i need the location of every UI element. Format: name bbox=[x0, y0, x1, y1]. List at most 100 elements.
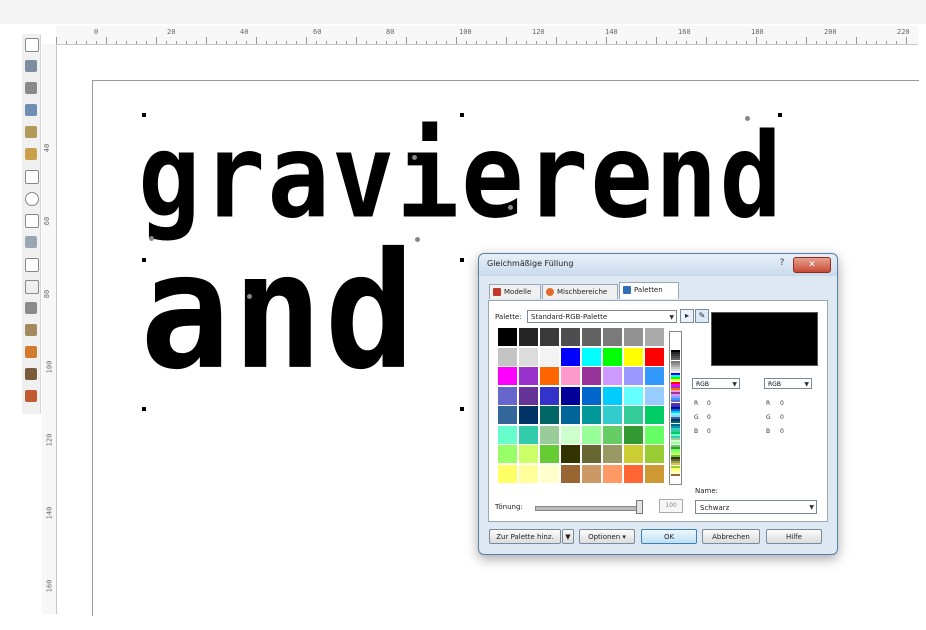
color-swatch[interactable] bbox=[498, 445, 517, 463]
tab-models[interactable]: Modelle bbox=[489, 284, 541, 299]
open-palette-button[interactable]: ▸ bbox=[680, 309, 694, 323]
color-swatch[interactable] bbox=[519, 425, 538, 444]
color-swatch[interactable] bbox=[624, 367, 643, 385]
color-swatch[interactable] bbox=[561, 347, 580, 366]
zoom-tool-icon[interactable] bbox=[25, 104, 37, 116]
add-to-palette-button[interactable]: Zur Palette hinz. bbox=[489, 529, 561, 544]
color-swatch[interactable] bbox=[582, 328, 601, 346]
smart-fill-tool-icon[interactable] bbox=[25, 148, 37, 160]
color-swatch[interactable] bbox=[561, 425, 580, 444]
selection-handle[interactable] bbox=[460, 407, 464, 411]
text-object-and[interactable]: and bbox=[140, 232, 417, 393]
ellipse-tool-icon[interactable] bbox=[25, 192, 39, 206]
color-swatch[interactable] bbox=[498, 425, 517, 444]
color-swatch[interactable] bbox=[561, 386, 580, 405]
color-swatch[interactable] bbox=[519, 347, 538, 366]
text-node[interactable] bbox=[149, 236, 154, 241]
vertical-ruler[interactable]: 40 60 80 100 120 140 160 bbox=[42, 44, 57, 614]
color-swatch[interactable] bbox=[519, 464, 538, 483]
color-swatch[interactable] bbox=[519, 367, 538, 385]
selection-handle[interactable] bbox=[778, 113, 782, 117]
connector-tool-icon[interactable] bbox=[25, 324, 37, 336]
color-swatch[interactable] bbox=[540, 386, 559, 405]
color-swatch[interactable] bbox=[603, 328, 622, 346]
options-button[interactable]: Optionen ▾ bbox=[579, 529, 635, 544]
color-swatch[interactable] bbox=[624, 328, 643, 346]
color-swatch[interactable] bbox=[561, 464, 580, 483]
color-swatch[interactable] bbox=[645, 445, 664, 463]
color-swatch[interactable] bbox=[624, 445, 643, 463]
color-swatch[interactable] bbox=[645, 386, 664, 405]
color-swatch[interactable] bbox=[582, 425, 601, 444]
shape-tool-icon[interactable] bbox=[25, 60, 37, 72]
close-button[interactable]: ✕ bbox=[793, 257, 831, 273]
color-swatch[interactable] bbox=[624, 386, 643, 405]
help-button[interactable]: Hilfe bbox=[766, 529, 822, 544]
text-node[interactable] bbox=[412, 155, 417, 160]
ok-button[interactable]: OK bbox=[641, 529, 697, 544]
tab-mixers[interactable]: Mischbereiche bbox=[542, 284, 618, 299]
color-swatch[interactable] bbox=[645, 406, 664, 424]
color-swatch[interactable] bbox=[603, 425, 622, 444]
color-swatch[interactable] bbox=[603, 445, 622, 463]
color-swatch[interactable] bbox=[645, 425, 664, 444]
color-swatch[interactable] bbox=[519, 328, 538, 346]
pick-tool-icon[interactable] bbox=[25, 38, 39, 52]
color-swatch[interactable] bbox=[645, 347, 664, 366]
tint-slider-thumb[interactable] bbox=[636, 500, 643, 514]
color-swatch[interactable] bbox=[603, 386, 622, 405]
color-swatch[interactable] bbox=[498, 406, 517, 424]
selection-handle[interactable] bbox=[142, 407, 146, 411]
color-swatch[interactable] bbox=[624, 347, 643, 366]
color-swatch[interactable] bbox=[540, 425, 559, 444]
add-to-palette-menu-button[interactable]: ▼ bbox=[562, 529, 574, 544]
dimension-tool-icon[interactable] bbox=[25, 302, 37, 314]
color-swatch[interactable] bbox=[582, 386, 601, 405]
polygon-tool-icon[interactable] bbox=[25, 214, 39, 228]
text-node[interactable] bbox=[415, 237, 420, 242]
color-swatch[interactable] bbox=[603, 347, 622, 366]
cancel-button[interactable]: Abbrechen bbox=[702, 529, 760, 544]
selection-handle[interactable] bbox=[460, 258, 464, 262]
dialog-titlebar[interactable]: Gleichmäßige Füllung ? ✕ bbox=[479, 254, 837, 276]
basic-shapes-tool-icon[interactable] bbox=[25, 236, 37, 248]
color-swatch[interactable] bbox=[582, 464, 601, 483]
color-swatch[interactable] bbox=[519, 386, 538, 405]
color-swatch[interactable] bbox=[645, 328, 664, 346]
color-swatch[interactable] bbox=[603, 367, 622, 385]
text-node[interactable] bbox=[745, 116, 750, 121]
color-swatch[interactable] bbox=[603, 464, 622, 483]
color-swatch[interactable] bbox=[540, 347, 559, 366]
crop-tool-icon[interactable] bbox=[25, 82, 37, 94]
tint-value-input[interactable]: 100 bbox=[659, 499, 683, 513]
color-swatch[interactable] bbox=[624, 406, 643, 424]
text-tool-icon[interactable] bbox=[25, 258, 39, 272]
tab-palettes[interactable]: Paletten bbox=[619, 282, 679, 299]
text-object-gravierend[interactable]: gravierend bbox=[138, 118, 784, 234]
text-node[interactable] bbox=[247, 294, 252, 299]
selection-handle[interactable] bbox=[460, 113, 464, 117]
color-swatch[interactable] bbox=[540, 367, 559, 385]
help-icon[interactable]: ? bbox=[775, 258, 789, 268]
color-swatch[interactable] bbox=[603, 406, 622, 424]
color-swatch[interactable] bbox=[582, 445, 601, 463]
freehand-tool-icon[interactable] bbox=[25, 126, 37, 138]
color-swatch[interactable] bbox=[498, 386, 517, 405]
color-swatch[interactable] bbox=[498, 347, 517, 366]
color-swatch[interactable] bbox=[561, 328, 580, 346]
color-name-dropdown[interactable]: Schwarz ▼ bbox=[695, 500, 817, 514]
color-swatch[interactable] bbox=[582, 347, 601, 366]
tint-slider[interactable] bbox=[535, 506, 641, 511]
color-swatch[interactable] bbox=[561, 445, 580, 463]
horizontal-ruler[interactable]: 0 20 40 60 80 100 120 140 160 180 200 220 bbox=[56, 26, 918, 45]
selection-handle[interactable] bbox=[142, 113, 146, 117]
color-swatch[interactable] bbox=[624, 425, 643, 444]
color-swatch[interactable] bbox=[561, 406, 580, 424]
color-swatch[interactable] bbox=[498, 328, 517, 346]
color-swatch[interactable] bbox=[624, 464, 643, 483]
color-model-right-dropdown[interactable]: RGB ▼ bbox=[764, 378, 812, 389]
color-swatch[interactable] bbox=[540, 406, 559, 424]
color-swatch[interactable] bbox=[519, 445, 538, 463]
palette-dropdown[interactable]: Standard-RGB-Palette ▼ bbox=[527, 310, 677, 323]
eyedropper-tool-icon[interactable] bbox=[25, 368, 37, 380]
